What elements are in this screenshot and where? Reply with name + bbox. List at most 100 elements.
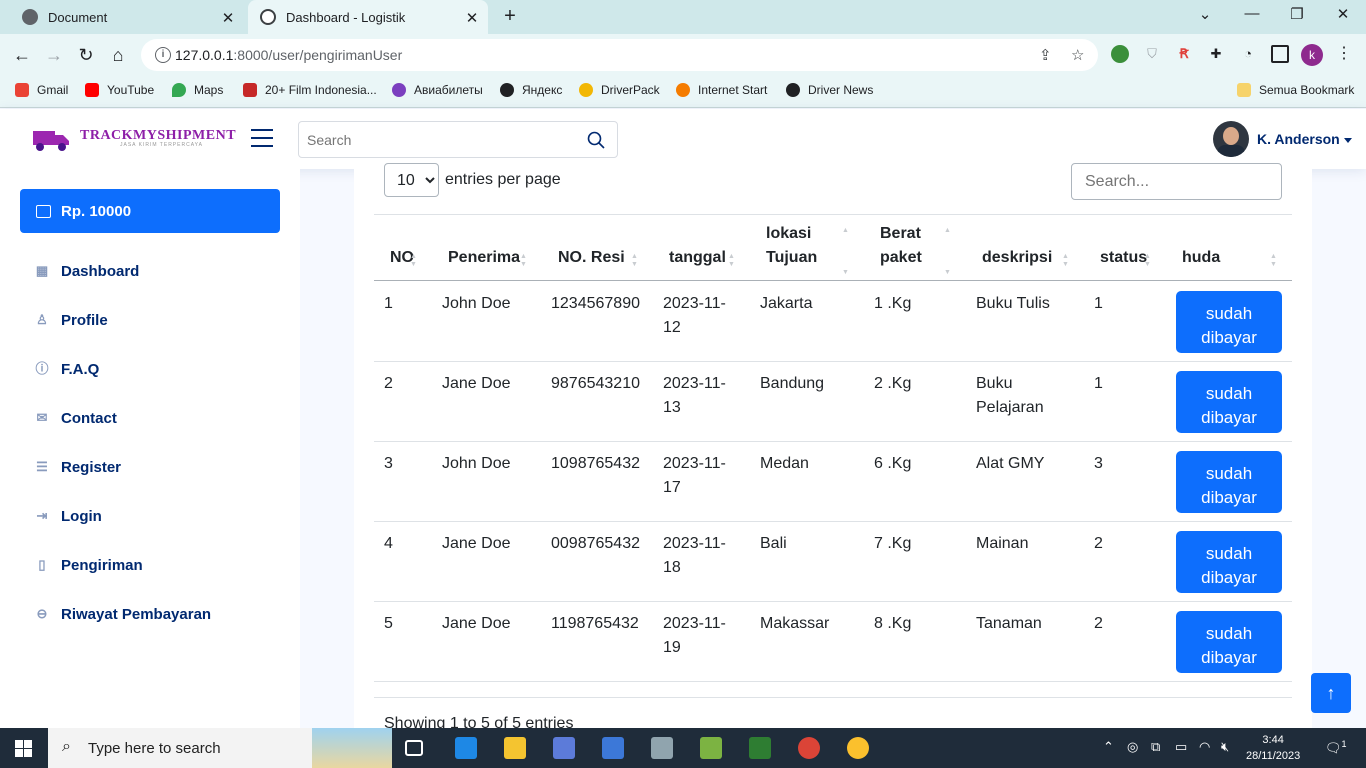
close-tab-icon[interactable]: ✕ xyxy=(220,9,236,27)
truck-logo-icon[interactable] xyxy=(31,125,71,153)
speaker-muted-icon[interactable]: 🔇︎ xyxy=(1221,739,1229,755)
sort-icon[interactable]: ▲ ▼ xyxy=(410,253,418,269)
chrome-menu-icon[interactable]: ⋮ xyxy=(1336,43,1352,63)
wifi-icon[interactable]: ◠ xyxy=(1199,739,1210,755)
extension-shield-icon[interactable]: ⛉ xyxy=(1143,45,1161,63)
bookmark-film[interactable]: 20+ Film Indonesia... xyxy=(243,83,377,97)
microsoft-store-icon[interactable] xyxy=(602,737,624,759)
sidebar-item-dashboard[interactable]: ▦ Dashboard xyxy=(34,259,140,283)
chevron-up-icon[interactable]: ⌃ xyxy=(1103,739,1114,755)
paid-button[interactable]: sudah dibayar xyxy=(1176,611,1282,673)
battery-icon[interactable]: ▭ xyxy=(1175,739,1187,755)
search-icon[interactable] xyxy=(587,131,605,149)
paid-button[interactable]: sudah dibayar xyxy=(1176,371,1282,433)
column-header-status[interactable]: status xyxy=(1100,246,1147,270)
tray-meet-icon[interactable]: ◎ xyxy=(1127,739,1138,755)
sort-icon[interactable]: ▼ xyxy=(944,269,952,277)
mail-icon[interactable] xyxy=(455,737,477,759)
url-text[interactable]: 127.0.0.1:8000/user/pengirimanUser xyxy=(175,47,402,63)
photos-icon[interactable] xyxy=(651,737,673,759)
user-avatar[interactable] xyxy=(1213,121,1249,157)
task-view-icon[interactable] xyxy=(405,740,423,756)
browser-tab-active[interactable]: Dashboard - Logistik ✕ xyxy=(248,0,488,34)
restore-button[interactable]: ❐ xyxy=(1287,5,1307,23)
home-icon[interactable]: ⌂ xyxy=(108,45,128,65)
user-dropdown[interactable]: K. Anderson xyxy=(1257,131,1352,147)
reload-icon[interactable]: ↻ xyxy=(76,45,96,65)
taskbar-search[interactable]: ⌕ Type here to search xyxy=(48,728,392,768)
sort-icon[interactable]: ▲ xyxy=(842,227,850,235)
per-page-select[interactable]: 10 xyxy=(384,163,439,197)
paid-button[interactable]: sudah dibayar xyxy=(1176,291,1282,353)
bookmark-driverpack[interactable]: DriverPack xyxy=(579,83,660,97)
sort-icon[interactable]: ▲ ▼ xyxy=(520,253,528,269)
new-tab-button[interactable]: + xyxy=(499,5,521,28)
sidebar-item-contact[interactable]: ✉ Contact xyxy=(34,406,117,430)
site-info-icon[interactable]: i xyxy=(155,47,171,63)
tray-alert-icon[interactable]: ⧉ xyxy=(1151,739,1160,755)
browser-tab[interactable]: Document ✕ xyxy=(8,0,244,34)
chrome-icon[interactable] xyxy=(798,737,820,759)
extension-globe-icon[interactable] xyxy=(1111,45,1129,63)
sort-icon[interactable]: ▲ ▼ xyxy=(1270,253,1278,269)
column-header-tanggal[interactable]: tanggal xyxy=(669,246,726,270)
table-search-input[interactable] xyxy=(1071,163,1282,200)
sidebar-item-pengiriman[interactable]: ▯ Pengiriman xyxy=(34,553,142,577)
share-icon[interactable]: ⇪ xyxy=(1039,46,1052,64)
bookmark-gmail[interactable]: Gmail xyxy=(15,83,68,97)
back-to-top-button[interactable]: ↑ xyxy=(1311,673,1351,713)
sidebar-item-profile[interactable]: ♙ Profile xyxy=(34,308,108,332)
sort-icon[interactable]: ▲ ▼ xyxy=(1062,253,1070,269)
column-header-penerima[interactable]: Penerima xyxy=(448,246,520,270)
bookmark-youtube[interactable]: YouTube xyxy=(85,83,154,97)
minimize-button[interactable]: — xyxy=(1242,5,1262,22)
bookmark-yandex[interactable]: Яндекс xyxy=(500,83,562,97)
bookmark-driver-news[interactable]: Driver News xyxy=(786,83,873,97)
tab-search-icon[interactable]: ⌄ xyxy=(1195,5,1215,23)
balance-badge[interactable]: Rp. 10000 xyxy=(20,189,280,233)
back-icon[interactable]: ← xyxy=(12,45,32,65)
sort-icon[interactable]: ▼ xyxy=(842,269,850,277)
sidebar-item-riwayat-pembayaran[interactable]: ⊖ Riwayat Pembayaran xyxy=(34,602,212,626)
sort-icon[interactable]: ▲ ▼ xyxy=(728,253,736,269)
sidebar-item-faq[interactable]: ⓘ F.A.Q xyxy=(34,357,99,381)
extension-speed-icon[interactable]: ◔ xyxy=(1239,45,1257,63)
app-green-icon[interactable] xyxy=(700,737,722,759)
column-header-berat[interactable]: Berat paket xyxy=(880,222,940,270)
cell-resi: 0098765432 xyxy=(551,535,640,552)
extensions-puzzle-icon[interactable]: ✚ xyxy=(1207,45,1225,63)
windows-start-icon[interactable] xyxy=(15,740,32,757)
side-panel-icon[interactable] xyxy=(1271,45,1289,63)
forward-icon[interactable]: → xyxy=(44,45,64,65)
bookmark-folder-all[interactable]: Semua Bookmark xyxy=(1237,83,1354,97)
bookmark-aviabilety[interactable]: Авиабилеты xyxy=(392,83,483,97)
profile-avatar[interactable]: k xyxy=(1301,44,1323,66)
app-yellow-icon[interactable] xyxy=(847,737,869,759)
remote-desktop-icon[interactable] xyxy=(553,737,575,759)
close-tab-icon[interactable]: ✕ xyxy=(464,9,480,27)
close-window-button[interactable]: ✕ xyxy=(1333,5,1353,23)
sidebar-item-login[interactable]: ⇥ Login xyxy=(34,504,102,528)
bookmark-internet-start[interactable]: Internet Start xyxy=(676,83,767,97)
sort-icon[interactable]: ▲ xyxy=(944,227,952,235)
bookmark-star-icon[interactable]: ☆ xyxy=(1071,46,1084,64)
sidebar-item-register[interactable]: ☰ Register xyxy=(34,455,121,479)
address-bar[interactable]: i 127.0.0.1:8000/user/pengirimanUser ⇪ ☆ xyxy=(141,39,1098,71)
column-header-huda[interactable]: huda xyxy=(1182,246,1220,270)
bookmark-maps[interactable]: Maps xyxy=(172,83,223,97)
meet-icon[interactable] xyxy=(749,737,771,759)
column-header-lokasi[interactable]: lokasi Tujuan xyxy=(766,222,826,270)
paid-button[interactable]: sudah dibayar xyxy=(1176,531,1282,593)
file-explorer-icon[interactable] xyxy=(504,737,526,759)
sort-icon[interactable]: ▲ ▼ xyxy=(631,253,639,269)
paid-button[interactable]: sudah dibayar xyxy=(1176,451,1282,513)
menu-toggle-icon[interactable] xyxy=(251,129,273,147)
column-header-deskripsi[interactable]: deskripsi xyxy=(982,246,1052,270)
header-search-input[interactable] xyxy=(299,122,579,157)
notification-icon[interactable]: 🗨︎1 xyxy=(1325,739,1347,756)
extension-r-icon[interactable]: Ꞧ xyxy=(1175,45,1193,63)
column-header-resi[interactable]: NO. Resi xyxy=(558,246,625,270)
taskbar-clock[interactable]: 3:44 28/11/2023 xyxy=(1246,732,1300,764)
cell-lokasi: Makassar xyxy=(760,615,830,632)
sort-icon[interactable]: ▲ ▼ xyxy=(1144,253,1152,269)
